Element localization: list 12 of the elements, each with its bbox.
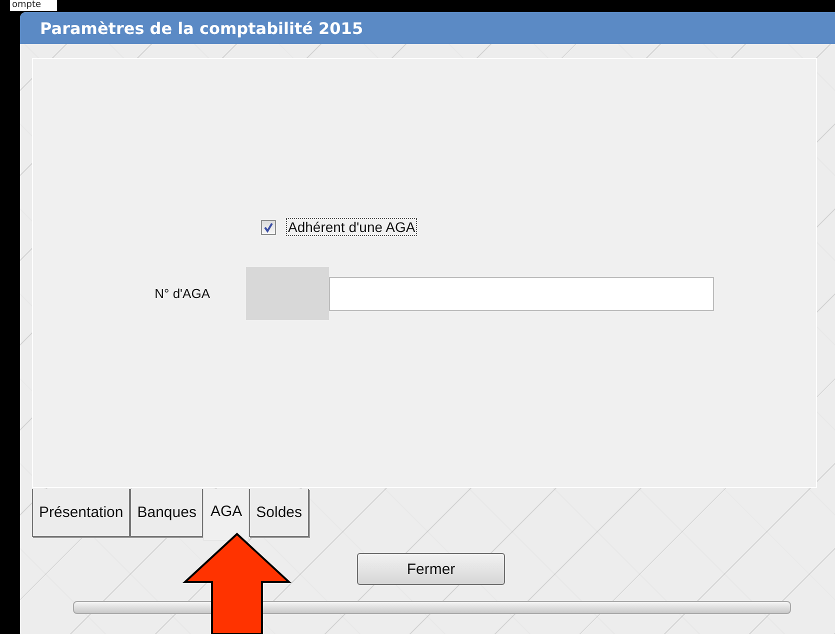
up-arrow-icon: [182, 532, 292, 634]
tab[interactable]: AGA: [203, 489, 250, 541]
tab[interactable]: Banques: [130, 489, 204, 537]
tab[interactable]: Soldes: [249, 489, 310, 537]
tab[interactable]: Présentation: [32, 489, 130, 537]
input-field[interactable]: [329, 276, 714, 310]
window-title: Paramètres de la comptabilité 2015: [40, 18, 364, 38]
checkbox-label: Adhérent d'une AGA: [286, 218, 418, 236]
field-label: N° d'AGA: [154, 286, 211, 301]
checkbox[interactable]: [261, 220, 276, 234]
close-button[interactable]: Fermer: [357, 553, 505, 585]
background-label: ompte: [10, 0, 58, 11]
